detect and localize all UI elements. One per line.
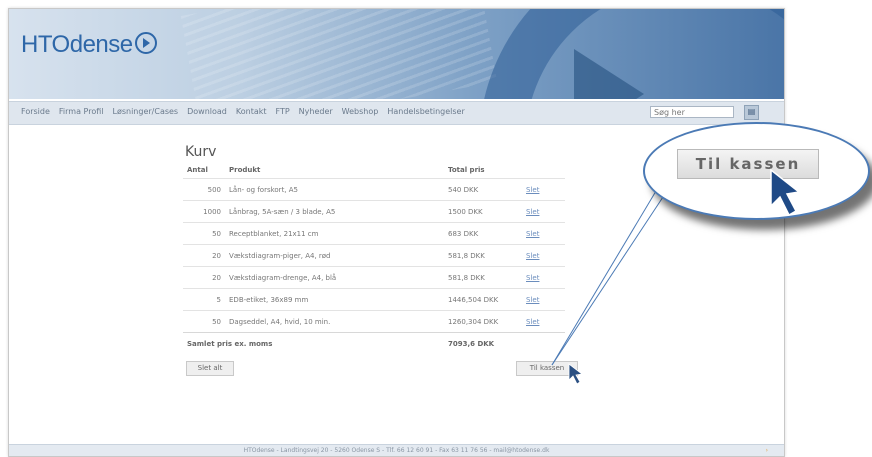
zoomed-cursor-icon bbox=[770, 168, 801, 217]
zoom-cursor-layer bbox=[770, 168, 801, 217]
